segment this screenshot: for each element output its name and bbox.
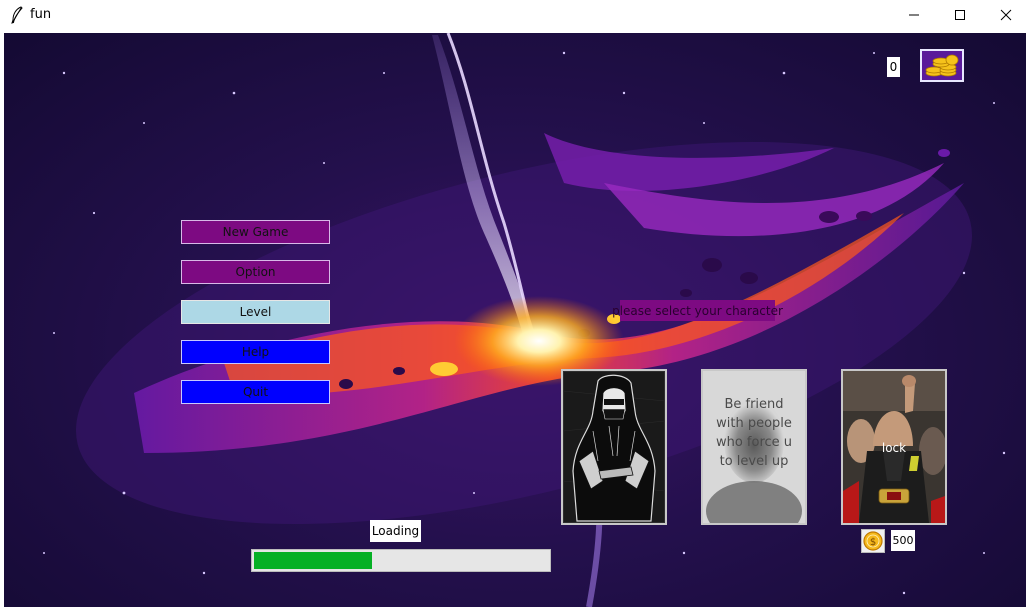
- feather-icon: [10, 6, 24, 24]
- loading-label: Loading: [370, 520, 421, 542]
- game-canvas: 0 New Game Option Level Help Quit please…: [4, 33, 1026, 607]
- loading-progress-fill: [254, 552, 372, 569]
- loading-progress-bar: [251, 549, 551, 572]
- window-title: fun: [30, 7, 52, 22]
- gold-coin-icon: $: [861, 529, 885, 553]
- title-bar: fun: [0, 0, 1031, 30]
- gold-coin-stack-icon: [920, 49, 964, 82]
- minimize-button[interactable]: [891, 0, 937, 30]
- new-game-button[interactable]: New Game: [181, 220, 330, 244]
- minimize-icon: [909, 14, 919, 16]
- close-icon: [1000, 9, 1012, 21]
- help-button[interactable]: Help: [181, 340, 330, 364]
- game-window: fun 0 New Game Option Level Help Quit pl…: [0, 0, 1031, 607]
- option-button[interactable]: Option: [181, 260, 330, 284]
- maximize-button[interactable]: [937, 0, 983, 30]
- coin-counter: 0: [887, 57, 900, 77]
- character-card-fighter[interactable]: lock: [841, 369, 947, 525]
- quote-line: who force u: [715, 435, 793, 450]
- lock-label: lock: [881, 441, 907, 455]
- svg-text:$: $: [870, 537, 876, 548]
- character-select-prompt: please select your character: [612, 300, 783, 321]
- close-button[interactable]: [983, 0, 1029, 30]
- quote-line: Be friend: [724, 397, 784, 412]
- quit-button[interactable]: Quit: [181, 380, 330, 404]
- quote-line: with people: [716, 416, 792, 431]
- character-card-motivational[interactable]: Be friend with people who force u to lev…: [701, 369, 807, 525]
- maximize-icon: [955, 10, 965, 20]
- level-button[interactable]: Level: [181, 300, 330, 324]
- quote-line: to level up: [719, 454, 789, 469]
- fighter-price: 500: [891, 530, 915, 551]
- motivational-quote: Be friend with people who force u to lev…: [703, 395, 805, 471]
- character-card-hooded[interactable]: [561, 369, 667, 525]
- hooded-figure-image: [563, 371, 665, 523]
